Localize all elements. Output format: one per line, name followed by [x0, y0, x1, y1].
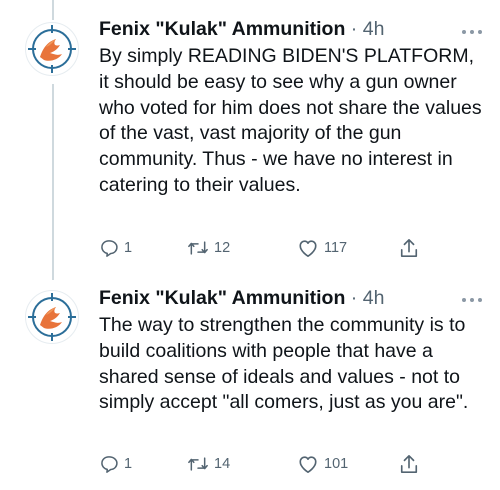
phoenix-logo	[28, 293, 76, 341]
tweet-header: Fenix "Kulak" Ammunition · 4h	[99, 285, 480, 311]
retweet-button[interactable]: 12	[187, 236, 230, 260]
share-icon	[400, 455, 418, 473]
reply-count: 1	[124, 456, 133, 472]
retweet-icon	[188, 457, 208, 471]
like-button[interactable]: 101	[297, 452, 348, 476]
separator: ·	[350, 287, 358, 309]
share-button[interactable]	[399, 236, 419, 260]
timestamp[interactable]: 4h	[363, 18, 385, 40]
tweet-actions: 1 12 117	[99, 236, 429, 260]
share-icon	[400, 239, 418, 257]
avatar[interactable]	[25, 22, 79, 76]
heart-icon	[299, 456, 317, 473]
retweet-count: 14	[214, 456, 231, 472]
author-name[interactable]: Fenix "Kulak" Ammunition	[99, 287, 345, 309]
retweet-count: 12	[214, 240, 231, 256]
share-button[interactable]	[399, 452, 419, 476]
tweet-header: Fenix "Kulak" Ammunition · 4h	[99, 16, 480, 42]
phoenix-logo	[28, 25, 76, 73]
separator: ·	[350, 18, 358, 40]
more-icon[interactable]	[462, 26, 486, 38]
tweet[interactable]: Fenix "Kulak" Ammunition · 4h The way to…	[0, 280, 500, 490]
heart-icon	[299, 240, 317, 257]
like-count: 101	[324, 456, 349, 472]
tweet-text: The way to strengthen the community is t…	[99, 314, 469, 414]
reply-icon	[101, 240, 118, 257]
more-icon[interactable]	[462, 294, 486, 306]
reply-button[interactable]: 1	[99, 452, 132, 476]
retweet-button[interactable]: 14	[187, 452, 230, 476]
retweet-icon	[188, 241, 208, 255]
tweet[interactable]: Fenix "Kulak" Ammunition · 4h By simply …	[0, 0, 500, 280]
timestamp[interactable]: 4h	[363, 287, 385, 309]
reply-icon	[101, 456, 118, 473]
tweet-text: By simply READING BIDEN'S PLATFORM, it s…	[99, 45, 482, 196]
like-button[interactable]: 117	[297, 236, 347, 260]
avatar[interactable]	[25, 290, 79, 344]
reply-button[interactable]: 1	[99, 236, 132, 260]
tweet-actions: 1 14 101	[99, 452, 429, 476]
like-count: 117	[324, 240, 348, 256]
author-name[interactable]: Fenix "Kulak" Ammunition	[99, 18, 345, 40]
reply-count: 1	[124, 240, 133, 256]
